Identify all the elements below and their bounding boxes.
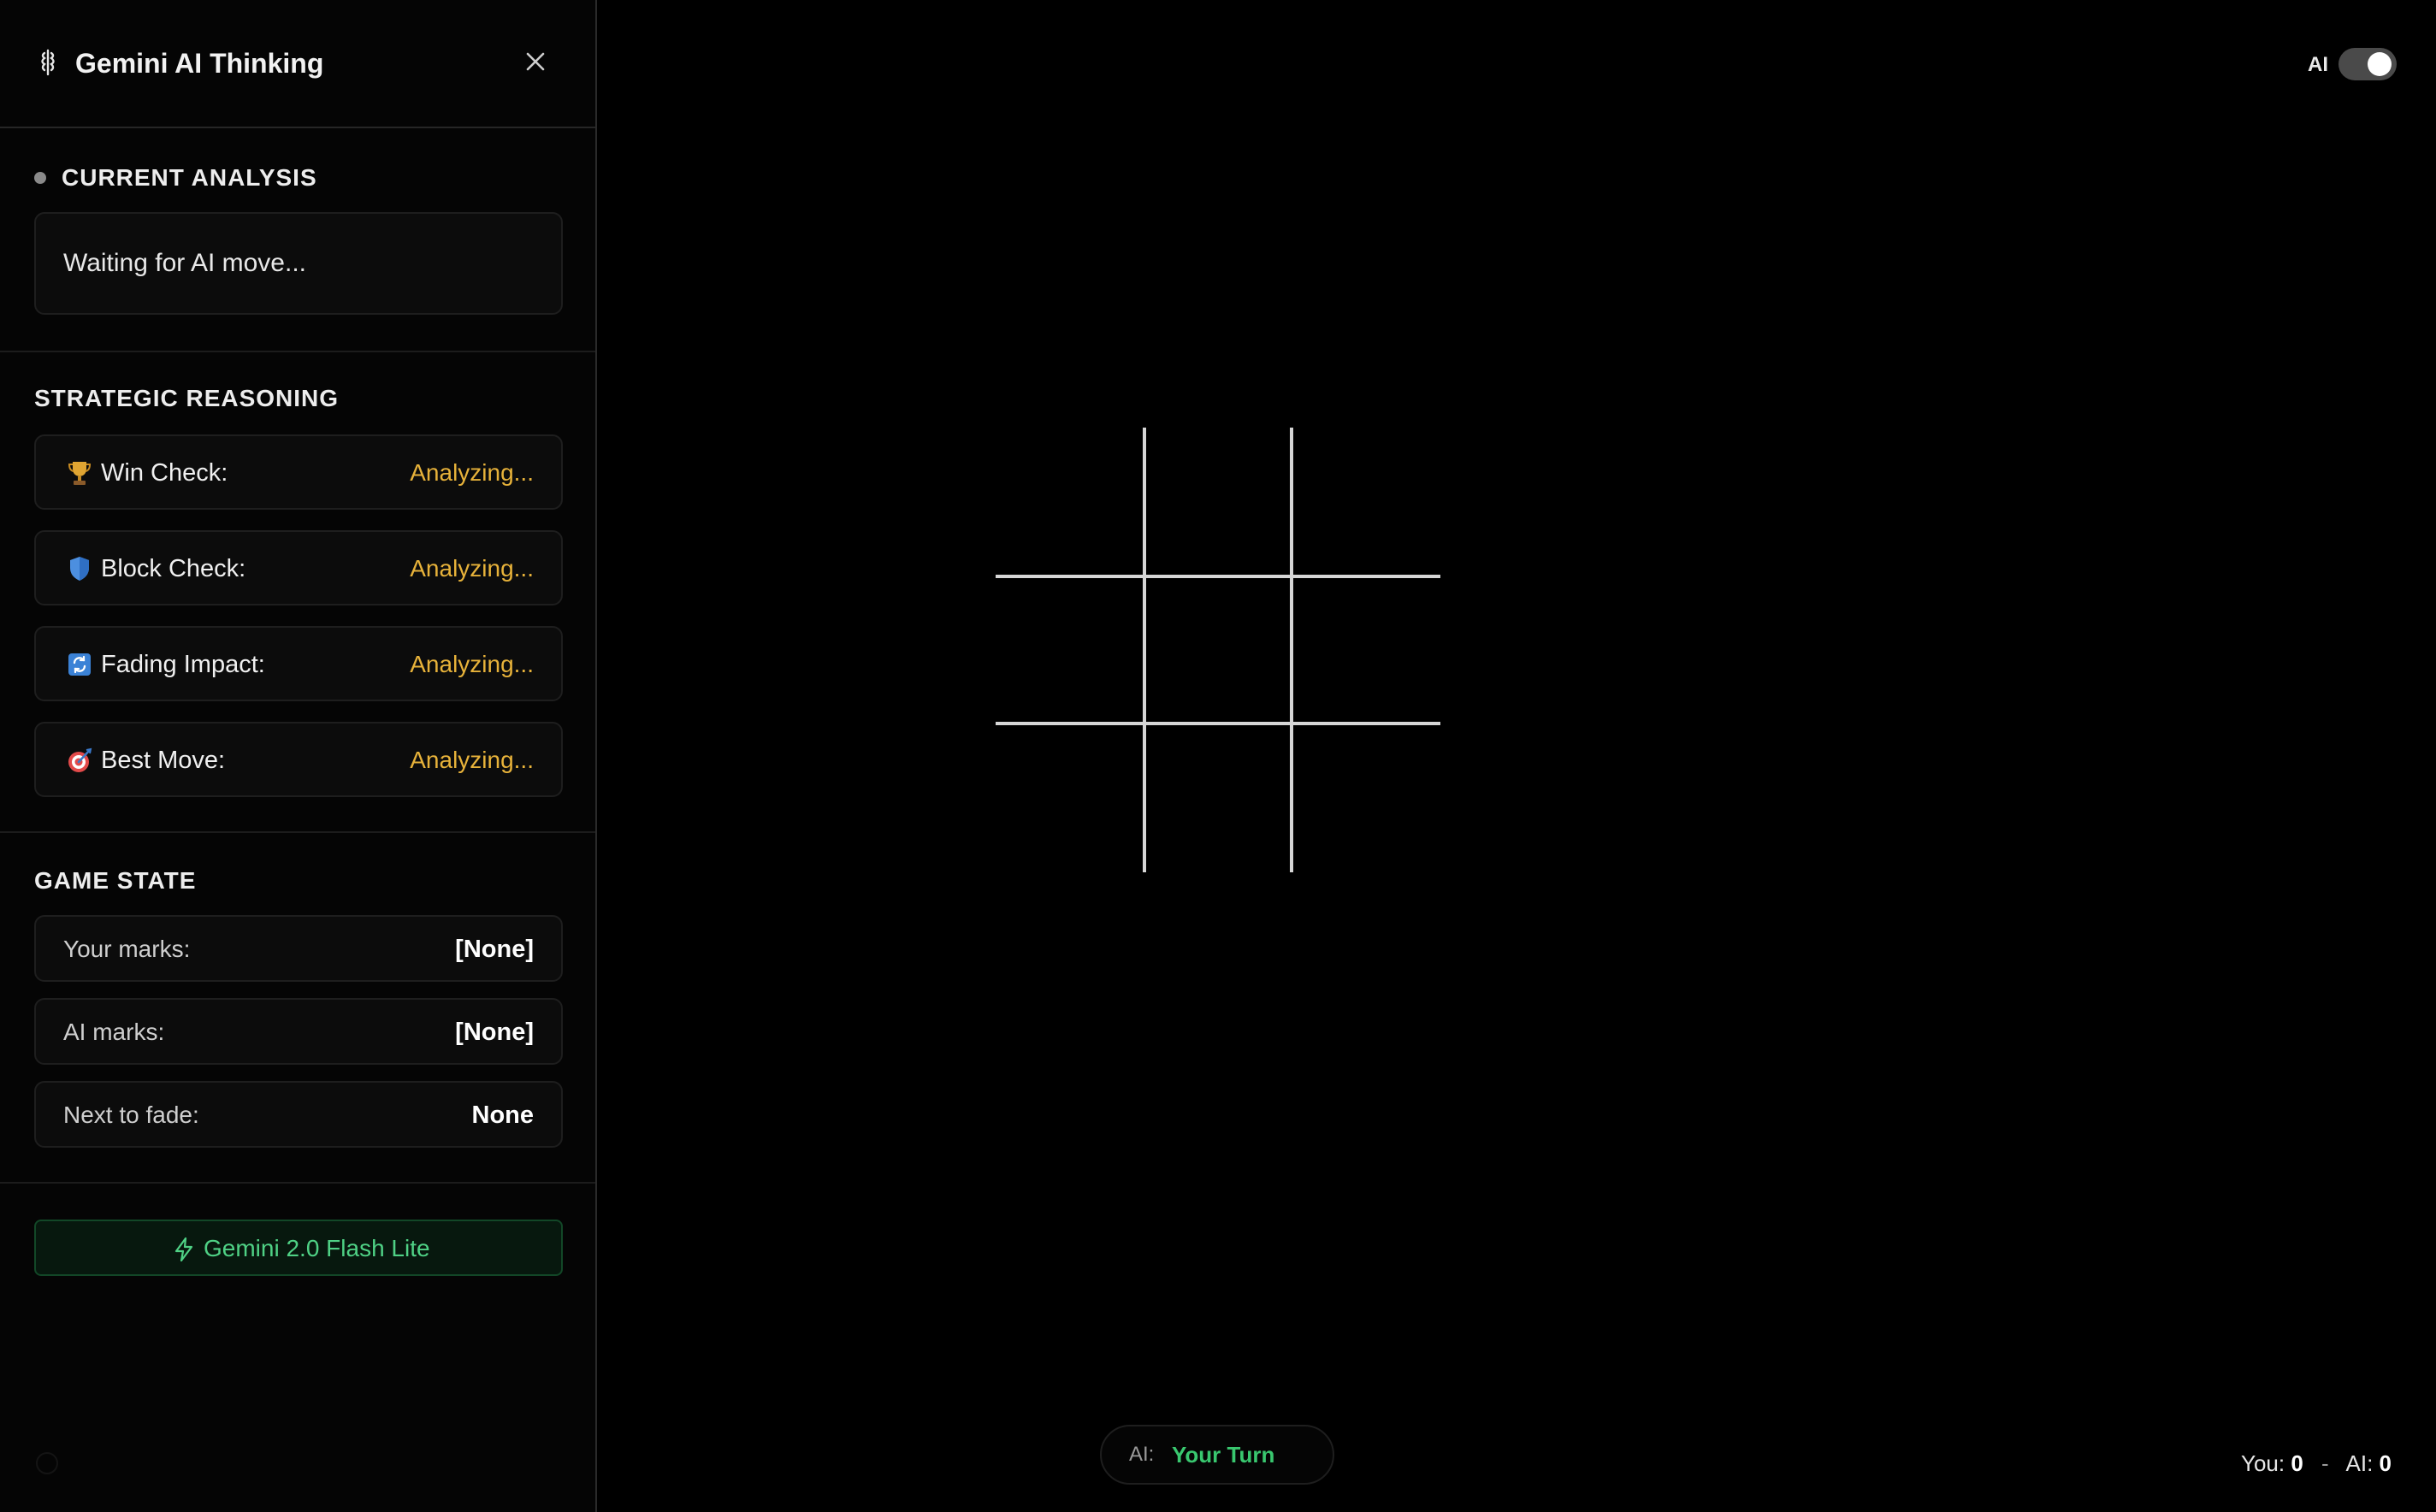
current-analysis-text: Waiting for AI move...	[63, 249, 306, 277]
state-label: Next to fade:	[63, 1102, 199, 1128]
section-divider	[0, 831, 595, 833]
reasoning-label: Best Move:	[101, 747, 226, 774]
brain-icon	[36, 48, 60, 77]
reasoning-label: Block Check:	[101, 555, 246, 582]
model-label: Gemini 2.0 Flash Lite	[204, 1235, 430, 1261]
reasoning-value: Analyzing...	[410, 747, 534, 773]
shield-icon	[67, 554, 92, 583]
sidebar-title: Gemini AI Thinking	[75, 48, 324, 79]
section-divider	[0, 1182, 595, 1184]
state-value: [None]	[455, 936, 534, 963]
turn-status-value: Your Turn	[1172, 1442, 1275, 1468]
reasoning-value: Analyzing...	[410, 651, 534, 677]
board-cell-4[interactable]	[996, 578, 1141, 724]
game-state-row-ai-marks: AI marks: [None]	[34, 998, 563, 1065]
analysis-status-dot	[34, 172, 46, 184]
ai-toggle-switch[interactable]	[2338, 48, 2397, 80]
board-cell-8[interactable]	[1146, 725, 1292, 871]
reasoning-item-best-move: Best Move: Analyzing...	[34, 722, 563, 797]
board-cell-3[interactable]	[1293, 428, 1439, 573]
reasoning-value: Analyzing...	[410, 459, 534, 486]
sidebar-header: Gemini AI Thinking	[0, 0, 595, 128]
board-cell-6[interactable]	[1293, 578, 1439, 724]
score-you-label: You:	[2240, 1450, 2285, 1476]
reasoning-value: Analyzing...	[410, 555, 534, 582]
game-board	[996, 428, 1440, 872]
game-state-heading: GAME STATE	[34, 867, 197, 894]
board-cell-7[interactable]	[996, 725, 1141, 871]
target-icon	[67, 746, 92, 775]
game-state-row-next-to-fade: Next to fade: None	[34, 1081, 563, 1148]
scoreboard: You: 0 - AI: 0	[2241, 1449, 2392, 1478]
game-state-row-your-marks: Your marks: [None]	[34, 915, 563, 982]
reasoning-label: Win Check:	[101, 459, 228, 487]
state-label: Your marks:	[63, 936, 191, 962]
board-cell-9[interactable]	[1293, 725, 1439, 871]
faint-circle-icon	[36, 1452, 58, 1474]
trophy-icon	[67, 458, 92, 487]
refresh-icon	[67, 650, 92, 679]
current-analysis-card: Waiting for AI move...	[34, 212, 563, 315]
strategic-reasoning-heading: STRATEGIC REASONING	[34, 385, 340, 411]
app-root: Gemini AI Thinking CURRENT ANALYSIS Wait…	[0, 0, 2436, 1512]
board-cell-5[interactable]	[1146, 578, 1292, 724]
section-divider	[0, 351, 595, 352]
reasoning-item-win-check: Win Check: Analyzing...	[34, 434, 563, 510]
model-badge: Gemini 2.0 Flash Lite	[34, 1220, 563, 1276]
ai-toggle-label: AI	[2308, 53, 2328, 76]
board-cell-2[interactable]	[1146, 428, 1292, 573]
lightning-icon	[173, 1237, 195, 1262]
reasoning-item-block-check: Block Check: Analyzing...	[34, 530, 563, 605]
close-icon	[526, 52, 545, 71]
score-you-value: 0	[2291, 1450, 2303, 1476]
state-value: [None]	[455, 1019, 534, 1046]
reasoning-item-fading-impact: Fading Impact: Analyzing...	[34, 626, 563, 701]
score-separator: -	[2321, 1450, 2329, 1476]
state-label: AI marks:	[63, 1019, 165, 1045]
state-value: None	[471, 1102, 535, 1129]
reasoning-label: Fading Impact:	[101, 651, 265, 678]
ai-thinking-sidebar: Gemini AI Thinking CURRENT ANALYSIS Wait…	[0, 0, 597, 1512]
toggle-knob	[2368, 52, 2392, 76]
turn-status-prefix: AI:	[1129, 1443, 1155, 1466]
turn-status-pill: AI: Your Turn	[1100, 1425, 1334, 1485]
close-sidebar-button[interactable]	[518, 44, 553, 79]
score-ai-value: 0	[2379, 1450, 2392, 1476]
score-ai-label: AI:	[2345, 1450, 2374, 1476]
current-analysis-heading: CURRENT ANALYSIS	[62, 164, 317, 191]
board-cell-1[interactable]	[996, 428, 1141, 573]
